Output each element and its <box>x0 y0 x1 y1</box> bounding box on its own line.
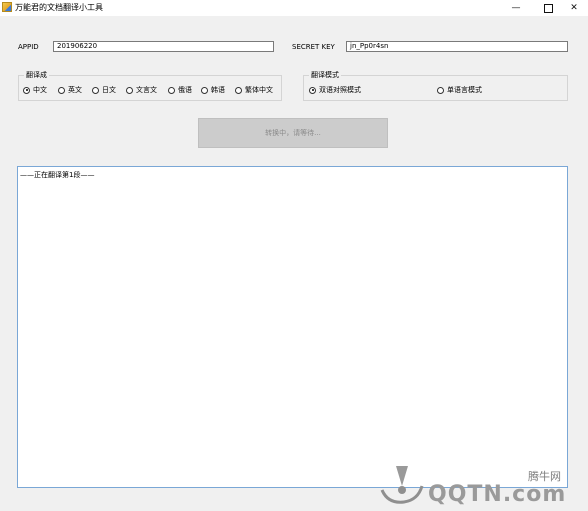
radio-icon <box>309 86 316 94</box>
translate-to-option-label: 文言文 <box>136 86 157 94</box>
watermark-logo-text: QQTN.com <box>428 482 567 507</box>
translate-to-option[interactable]: 俄语 <box>168 85 192 95</box>
translation-mode-legend: 翻译模式 <box>309 70 341 80</box>
app-icon <box>2 2 12 12</box>
maximize-button[interactable] <box>534 0 562 16</box>
translate-to-legend: 翻译成 <box>24 70 49 80</box>
secret-key-input[interactable]: jn_Pp0r4sn <box>346 41 568 52</box>
translation-mode-option-label: 单语言模式 <box>447 86 482 94</box>
radio-icon <box>235 86 242 94</box>
appid-label: APPID <box>18 43 39 51</box>
output-textarea[interactable]: ——正在翻译第1段—— <box>17 166 568 488</box>
output-text: ——正在翻译第1段—— <box>20 171 95 179</box>
maximize-icon <box>543 3 553 13</box>
translate-to-option[interactable]: 繁体中文 <box>235 85 273 95</box>
secret-key-label: SECRET KEY <box>292 43 335 51</box>
convert-button[interactable]: 转换中，请等待... <box>198 118 388 148</box>
translate-to-option[interactable]: 英文 <box>58 85 82 95</box>
minimize-icon: — <box>511 3 521 13</box>
translate-to-option[interactable]: 中文 <box>23 85 47 95</box>
translate-to-option[interactable]: 日文 <box>92 85 116 95</box>
translate-to-option-label: 韩语 <box>211 86 225 94</box>
translate-to-option-label: 英文 <box>68 86 82 94</box>
watermark: 腾牛网 QQTN.com <box>378 460 578 510</box>
translation-mode-option[interactable]: 双语对照模式 <box>309 85 361 95</box>
window-title: 万能君的文档翻译小工具 <box>15 3 103 12</box>
translate-to-option-label: 俄语 <box>178 86 192 94</box>
watermark-logo-icon <box>380 466 424 504</box>
radio-icon <box>23 86 30 94</box>
appid-input[interactable]: 201906220 <box>53 41 274 52</box>
translation-mode-option-label: 双语对照模式 <box>319 86 361 94</box>
translate-to-option-label: 日文 <box>102 86 116 94</box>
minimize-button[interactable]: — <box>502 0 530 16</box>
translate-to-option-label: 繁体中文 <box>245 86 273 94</box>
translation-mode-option[interactable]: 单语言模式 <box>437 85 482 95</box>
radio-icon <box>126 86 133 94</box>
radio-icon <box>437 86 444 94</box>
translate-to-option[interactable]: 韩语 <box>201 85 225 95</box>
radio-icon <box>201 86 208 94</box>
title-bar: 万能君的文档翻译小工具 — ✕ <box>0 0 588 16</box>
radio-icon <box>92 86 99 94</box>
radio-icon <box>168 86 175 94</box>
close-button[interactable]: ✕ <box>560 0 588 16</box>
translate-to-option[interactable]: 文言文 <box>126 85 157 95</box>
translate-to-option-label: 中文 <box>33 86 47 94</box>
close-icon: ✕ <box>570 3 578 13</box>
radio-icon <box>58 86 65 94</box>
